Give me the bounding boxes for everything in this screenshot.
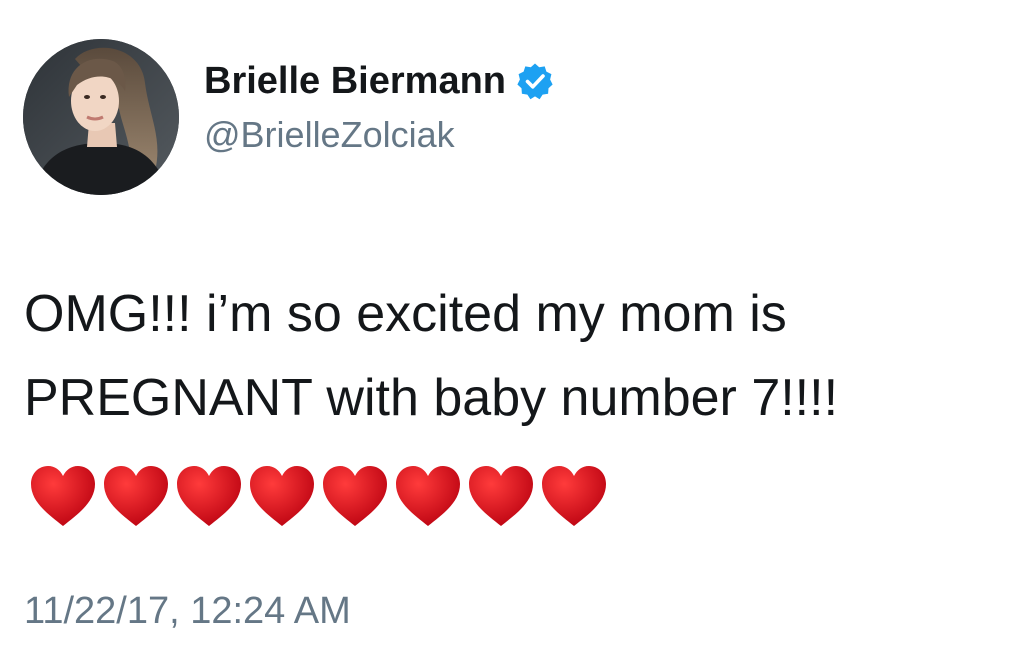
user-name-row: Brielle Biermann: [204, 56, 554, 106]
profile-avatar[interactable]: [23, 39, 179, 195]
red-heart-icon: [101, 464, 171, 530]
red-heart-icon: [466, 464, 536, 530]
tweet-timestamp[interactable]: 11/22/17, 12:24 AM: [24, 590, 351, 633]
red-heart-icon: [539, 464, 609, 530]
tweet-text-line: OMG!!! i’m so excited my mom is: [24, 285, 787, 343]
tweet-card: Brielle Biermann @BrielleZolciak OMG!!! …: [0, 0, 1024, 662]
tweet-text: OMG!!! i’m so excited my mom is PREGNANT…: [24, 272, 1004, 440]
red-heart-icon: [28, 464, 98, 530]
avatar-photo: [23, 39, 179, 195]
emoji-row: [28, 462, 612, 532]
user-handle[interactable]: @BrielleZolciak: [204, 114, 455, 156]
tweet-text-line: PREGNANT with baby number 7!!!!: [24, 369, 839, 427]
red-heart-icon: [393, 464, 463, 530]
verified-badge-icon: [516, 62, 554, 100]
display-name[interactable]: Brielle Biermann: [204, 60, 506, 103]
red-heart-icon: [247, 464, 317, 530]
red-heart-icon: [174, 464, 244, 530]
red-heart-icon: [320, 464, 390, 530]
